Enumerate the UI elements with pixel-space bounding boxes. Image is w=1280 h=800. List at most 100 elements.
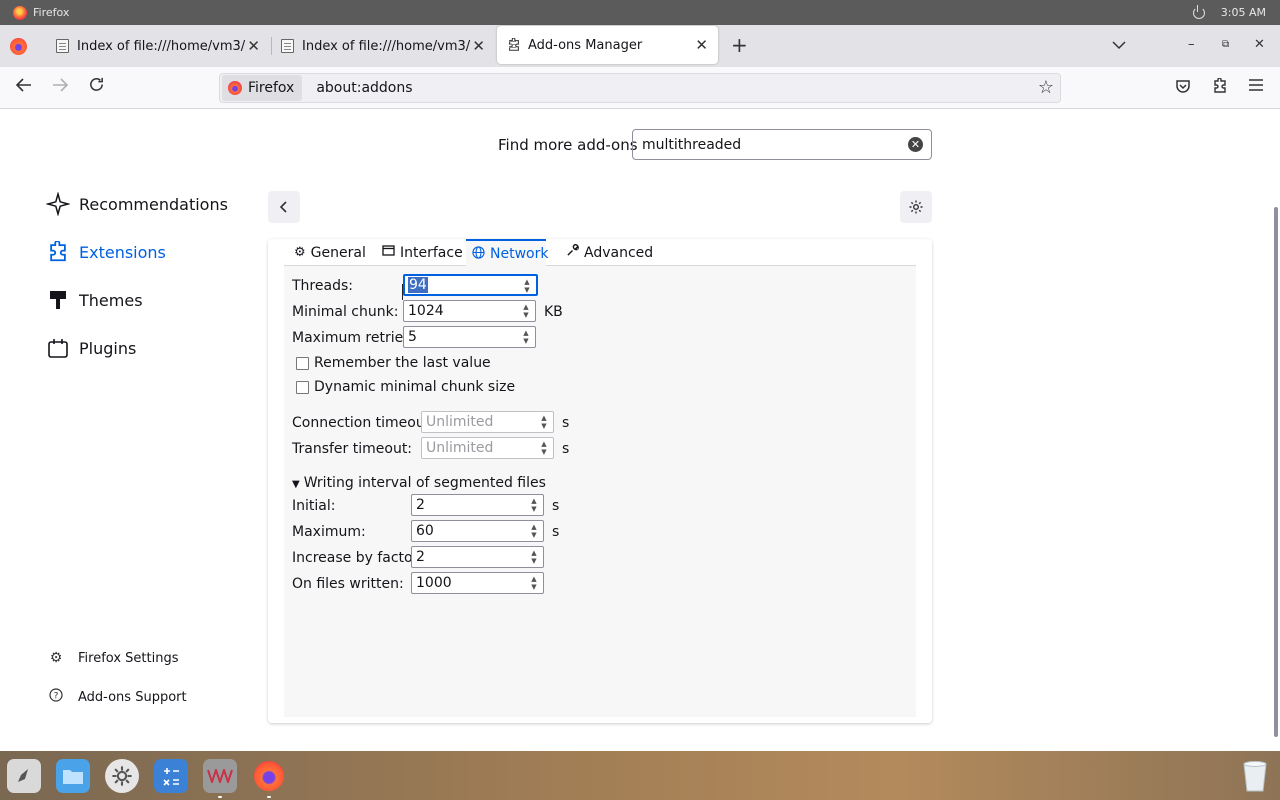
firefox-icon bbox=[228, 81, 242, 95]
category-plugins[interactable]: Plugins bbox=[46, 336, 136, 360]
dynamic-chunk-checkbox[interactable]: Dynamic minimal chunk size bbox=[296, 379, 515, 395]
back-button[interactable] bbox=[268, 191, 300, 223]
spinner-arrows-icon[interactable]: ▲ ▼ bbox=[539, 440, 549, 456]
url-text[interactable]: about:addons bbox=[316, 80, 412, 96]
tab-index-2[interactable]: Index of file:///home/vm3/ ✕ bbox=[271, 25, 495, 67]
category-recommendations[interactable]: Recommendations bbox=[46, 192, 228, 216]
minimize-icon[interactable]: – bbox=[1188, 37, 1195, 52]
tab-network[interactable]: Network bbox=[466, 239, 548, 267]
trash-icon[interactable] bbox=[1238, 759, 1272, 793]
tab-label: Interface bbox=[400, 244, 463, 261]
firefox-app-icon bbox=[13, 5, 27, 20]
increase-factor-label: Increase by factor: bbox=[292, 550, 423, 566]
files-written-input[interactable]: 1000 ▲ ▼ bbox=[411, 572, 544, 594]
tab-label: Advanced bbox=[584, 244, 654, 261]
tab-label: Add-ons Manager bbox=[528, 37, 643, 53]
firefox-settings-link[interactable]: ⚙ Firefox Settings bbox=[48, 650, 179, 666]
power-icon[interactable] bbox=[1192, 4, 1205, 19]
bookmark-star-icon[interactable]: ☆ bbox=[1038, 77, 1054, 98]
tab-index-1[interactable]: Index of file:///home/vm3/ ✕ bbox=[46, 25, 270, 67]
addons-search-input[interactable]: multithreaded ✕ bbox=[632, 129, 932, 160]
hamburger-menu-icon[interactable] bbox=[1248, 78, 1264, 96]
close-window-icon[interactable]: ✕ bbox=[1254, 37, 1265, 52]
settings-gear-icon[interactable] bbox=[105, 759, 139, 793]
tab-advanced[interactable]: Advanced bbox=[560, 239, 659, 266]
files-folder-icon[interactable] bbox=[56, 759, 90, 793]
min-chunk-input[interactable]: 1024 ▲ ▼ bbox=[403, 300, 536, 322]
search-value: multithreaded bbox=[642, 136, 742, 153]
forward-arrow-icon[interactable] bbox=[51, 76, 69, 99]
section-label: Writing interval of segmented files bbox=[303, 475, 546, 491]
tab-close-icon[interactable]: ✕ bbox=[247, 37, 260, 55]
window-icon bbox=[382, 245, 395, 260]
tools-gear-button[interactable] bbox=[900, 191, 932, 223]
category-extensions[interactable]: Extensions bbox=[46, 240, 166, 264]
category-label: Themes bbox=[79, 290, 143, 310]
maximum-input[interactable]: 60 ▲ ▼ bbox=[411, 520, 544, 542]
multithreaded-downloader-icon[interactable] bbox=[203, 759, 237, 793]
initial-input[interactable]: 2 ▲ ▼ bbox=[411, 494, 544, 516]
tab-addons-manager[interactable]: Add-ons Manager ✕ bbox=[497, 26, 718, 64]
threads-input[interactable]: 94 ▲ ▼ bbox=[403, 274, 538, 296]
gear-icon bbox=[909, 200, 923, 214]
pocket-icon[interactable] bbox=[1175, 78, 1191, 98]
transfer-timeout-label: Transfer timeout: bbox=[292, 441, 413, 457]
conn-timeout-input[interactable]: Unlimited ▲ ▼ bbox=[421, 411, 554, 433]
transfer-timeout-input[interactable]: Unlimited ▲ ▼ bbox=[421, 437, 554, 459]
remember-last-checkbox[interactable]: Remember the last value bbox=[296, 355, 491, 371]
spinner-arrows-icon[interactable]: ▲ ▼ bbox=[529, 497, 539, 513]
url-bar[interactable]: Firefox about:addons ☆ bbox=[219, 73, 1061, 103]
increase-factor-input[interactable]: 2 ▲ ▼ bbox=[411, 546, 544, 568]
transfer-timeout-placeholder: Unlimited bbox=[426, 440, 494, 456]
page-scrollbar[interactable] bbox=[1274, 207, 1278, 737]
spinner-arrows-icon[interactable]: ▲ ▼ bbox=[539, 414, 549, 430]
min-chunk-unit: KB bbox=[544, 304, 563, 320]
threads-value: 94 bbox=[408, 277, 428, 293]
spinner-arrows-icon[interactable]: ▲ ▼ bbox=[521, 303, 531, 319]
tab-interface[interactable]: Interface bbox=[376, 239, 469, 266]
launcher-rocket-icon[interactable] bbox=[7, 759, 41, 793]
clear-search-icon[interactable]: ✕ bbox=[908, 137, 923, 152]
firefox-dock-icon[interactable] bbox=[252, 759, 286, 793]
addons-support-link[interactable]: ? Add-ons Support bbox=[48, 688, 187, 706]
chevron-down-icon[interactable] bbox=[1112, 39, 1126, 53]
spinner-arrows-icon[interactable]: ▲ ▼ bbox=[529, 523, 539, 539]
new-tab-icon[interactable]: + bbox=[731, 33, 748, 57]
category-label: Recommendations bbox=[79, 194, 228, 214]
tab-close-icon[interactable]: ✕ bbox=[472, 37, 485, 55]
find-more-label: Find more add-ons bbox=[498, 136, 638, 154]
conn-timeout-label: Connection timeout: bbox=[292, 415, 435, 431]
calculator-icon[interactable] bbox=[154, 759, 188, 793]
increase-factor-value: 2 bbox=[416, 549, 425, 565]
spinner-arrows-icon[interactable]: ▲ ▼ bbox=[529, 549, 539, 565]
firefox-view-icon[interactable] bbox=[10, 38, 27, 55]
spinner-arrows-icon[interactable]: ▲ ▼ bbox=[521, 329, 531, 345]
spinner-arrows-icon[interactable]: ▲ ▼ bbox=[529, 575, 539, 591]
category-themes[interactable]: Themes bbox=[46, 288, 143, 312]
threads-label: Threads: bbox=[292, 278, 353, 294]
identity-label: Firefox bbox=[248, 80, 295, 96]
gear-icon: ⚙ bbox=[294, 245, 306, 260]
checkbox-box[interactable] bbox=[296, 356, 309, 370]
tab-label: Index of file:///home/vm3/ bbox=[77, 38, 246, 54]
writing-interval-toggle[interactable]: ▼ Writing interval of segmented files bbox=[292, 475, 546, 491]
maximum-value: 60 bbox=[416, 523, 434, 539]
os-top-bar: Firefox 3:05 AM bbox=[0, 0, 1280, 25]
max-retries-input[interactable]: 5 ▲ ▼ bbox=[403, 326, 536, 348]
tab-close-icon[interactable]: ✕ bbox=[695, 36, 708, 54]
checkbox-label: Remember the last value bbox=[314, 355, 491, 371]
globe-icon bbox=[472, 245, 485, 263]
os-clock: 3:05 AM bbox=[1220, 6, 1266, 19]
puzzle-icon bbox=[507, 37, 520, 52]
category-label: Plugins bbox=[79, 338, 137, 358]
extensions-puzzle-icon[interactable] bbox=[1212, 77, 1228, 98]
page-icon bbox=[56, 39, 69, 53]
spinner-arrows-icon[interactable]: ▲ ▼ bbox=[522, 278, 532, 294]
reload-icon[interactable] bbox=[88, 76, 105, 98]
initial-value: 2 bbox=[416, 497, 425, 513]
identity-box[interactable]: Firefox bbox=[222, 75, 303, 101]
back-arrow-icon[interactable] bbox=[15, 76, 33, 99]
checkbox-box[interactable] bbox=[296, 380, 309, 394]
tab-general[interactable]: ⚙ General bbox=[288, 239, 372, 266]
restore-icon[interactable]: ⧉ bbox=[1222, 39, 1229, 50]
